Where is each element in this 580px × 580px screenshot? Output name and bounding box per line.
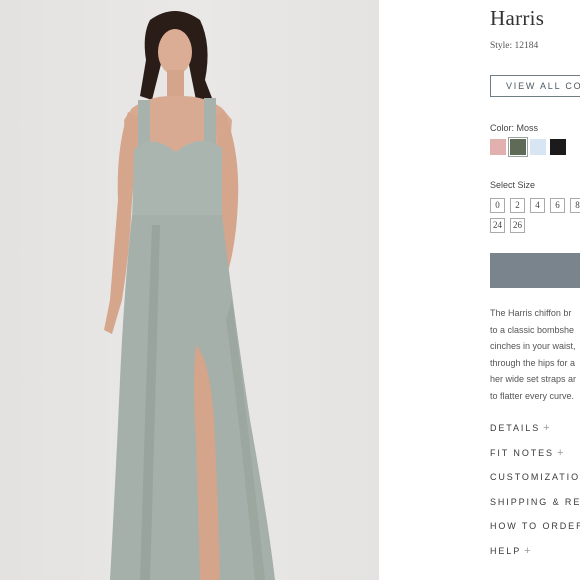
accordion-help[interactable]: HELP + — [490, 544, 580, 569]
accordion-label: HOW TO ORDER — [490, 521, 580, 532]
product-photo[interactable] — [0, 0, 379, 580]
plus-icon: + — [556, 446, 564, 459]
accordion-shipping[interactable]: SHIPPING & RET — [490, 495, 580, 520]
description-line: The Harris chiffon br — [490, 308, 572, 318]
style-number: Style: 12184 — [490, 41, 539, 51]
product-title: Harris — [490, 6, 545, 30]
accordion-fit-notes[interactable]: FIT NOTES + — [490, 446, 580, 471]
color-swatches — [490, 137, 566, 157]
size-label: Select Size — [490, 180, 536, 190]
size-option[interactable]: 4 — [530, 198, 545, 213]
description-line: cinches in your waist, — [490, 341, 576, 352]
size-option[interactable]: 8 — [570, 198, 580, 213]
size-options-row-1: 0 2 4 6 8 — [490, 198, 580, 213]
description-line: to flatter every curve. — [490, 390, 575, 401]
swatch-black[interactable] — [550, 139, 566, 155]
description-line: her wide set straps ar — [490, 374, 577, 385]
model-illustration — [104, 11, 275, 580]
description-line: to a classic bombshe — [490, 324, 575, 335]
right-strap-shape — [204, 98, 216, 144]
swatch-moss[interactable] — [508, 137, 528, 157]
accordion-label: FIT NOTES — [490, 447, 554, 458]
swatch-blush[interactable] — [490, 139, 506, 155]
bodice-shape — [132, 140, 222, 220]
accordion-label: CUSTOMIZATION — [490, 472, 580, 483]
product-description: The Harris chiffon br to a classic bombs… — [490, 305, 580, 405]
accordion-label: SHIPPING & RET — [490, 496, 580, 507]
size-option[interactable]: 26 — [510, 218, 525, 233]
size-option[interactable]: 0 — [490, 198, 505, 213]
left-strap-shape — [138, 100, 150, 146]
accordion-label: HELP — [490, 545, 522, 556]
plus-icon: + — [524, 544, 531, 557]
accordion-label: DETAILS — [490, 423, 541, 433]
swatch-light-blue[interactable] — [530, 139, 546, 155]
size-option[interactable]: 6 — [550, 198, 565, 213]
size-option[interactable]: 2 — [510, 198, 525, 213]
size-option[interactable]: 24 — [490, 218, 505, 233]
neck-shape — [167, 70, 184, 96]
color-label: Color: Moss — [490, 123, 539, 133]
view-all-colors-button[interactable]: VIEW ALL CO — [490, 75, 580, 97]
description-line: through the hips for a — [490, 357, 576, 368]
add-to-cart-button[interactable] — [490, 253, 580, 288]
accordion-details[interactable]: DETAILS + — [490, 421, 580, 446]
plus-icon: + — [543, 422, 550, 434]
accordion-how-to-order[interactable]: HOW TO ORDER — [490, 519, 580, 544]
accordion-customization[interactable]: CUSTOMIZATION — [490, 470, 580, 495]
product-accordion: DETAILS + FIT NOTES + CUSTOMIZATION SHIPPI… — [490, 421, 580, 569]
size-options-row-2: 24 26 — [490, 218, 525, 233]
face-shape — [158, 29, 192, 75]
